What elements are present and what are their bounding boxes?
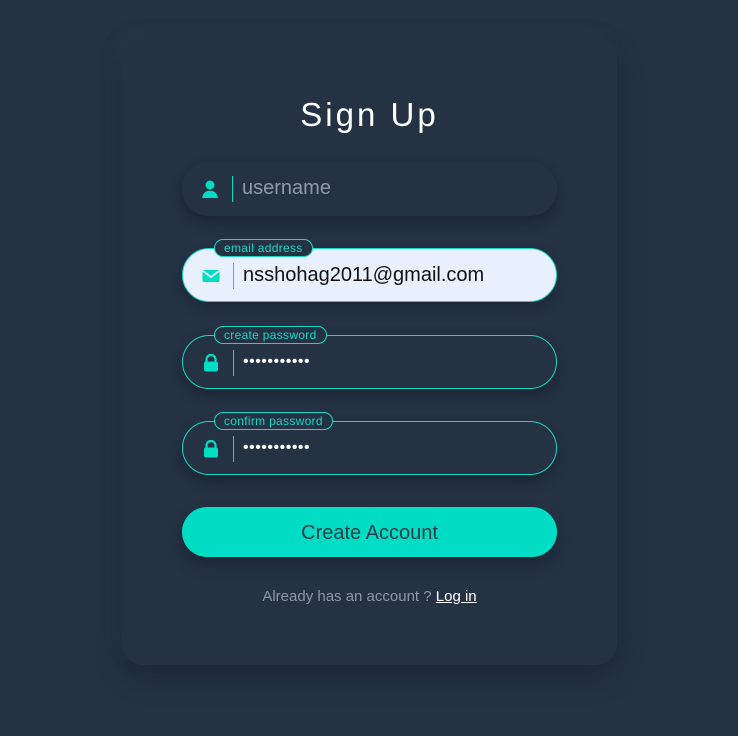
username-divider — [232, 176, 233, 202]
signup-card: Sign Up email address create password — [122, 37, 617, 665]
user-icon — [200, 179, 220, 199]
email-input[interactable] — [243, 249, 543, 301]
confirm-password-field[interactable]: confirm password — [182, 412, 557, 475]
create-password-field[interactable]: create password — [182, 326, 557, 389]
confirm-password-input[interactable] — [243, 422, 543, 474]
lock-icon — [201, 439, 221, 459]
username-field[interactable] — [182, 162, 557, 216]
login-prompt-text: Already has an account ? — [262, 588, 432, 605]
login-prompt: Already has an account ? Log in — [122, 588, 617, 606]
email-field[interactable]: email address — [182, 239, 557, 302]
create-password-input[interactable] — [243, 336, 543, 388]
lock-icon — [201, 353, 221, 373]
mail-icon — [201, 266, 221, 286]
create-password-divider — [233, 350, 234, 376]
email-divider — [233, 263, 234, 289]
username-input[interactable] — [242, 162, 542, 214]
create-account-button[interactable]: Create Account — [182, 507, 557, 557]
page-title: Sign Up — [300, 96, 439, 133]
login-link[interactable]: Log in — [436, 588, 477, 605]
confirm-password-divider — [233, 436, 234, 462]
